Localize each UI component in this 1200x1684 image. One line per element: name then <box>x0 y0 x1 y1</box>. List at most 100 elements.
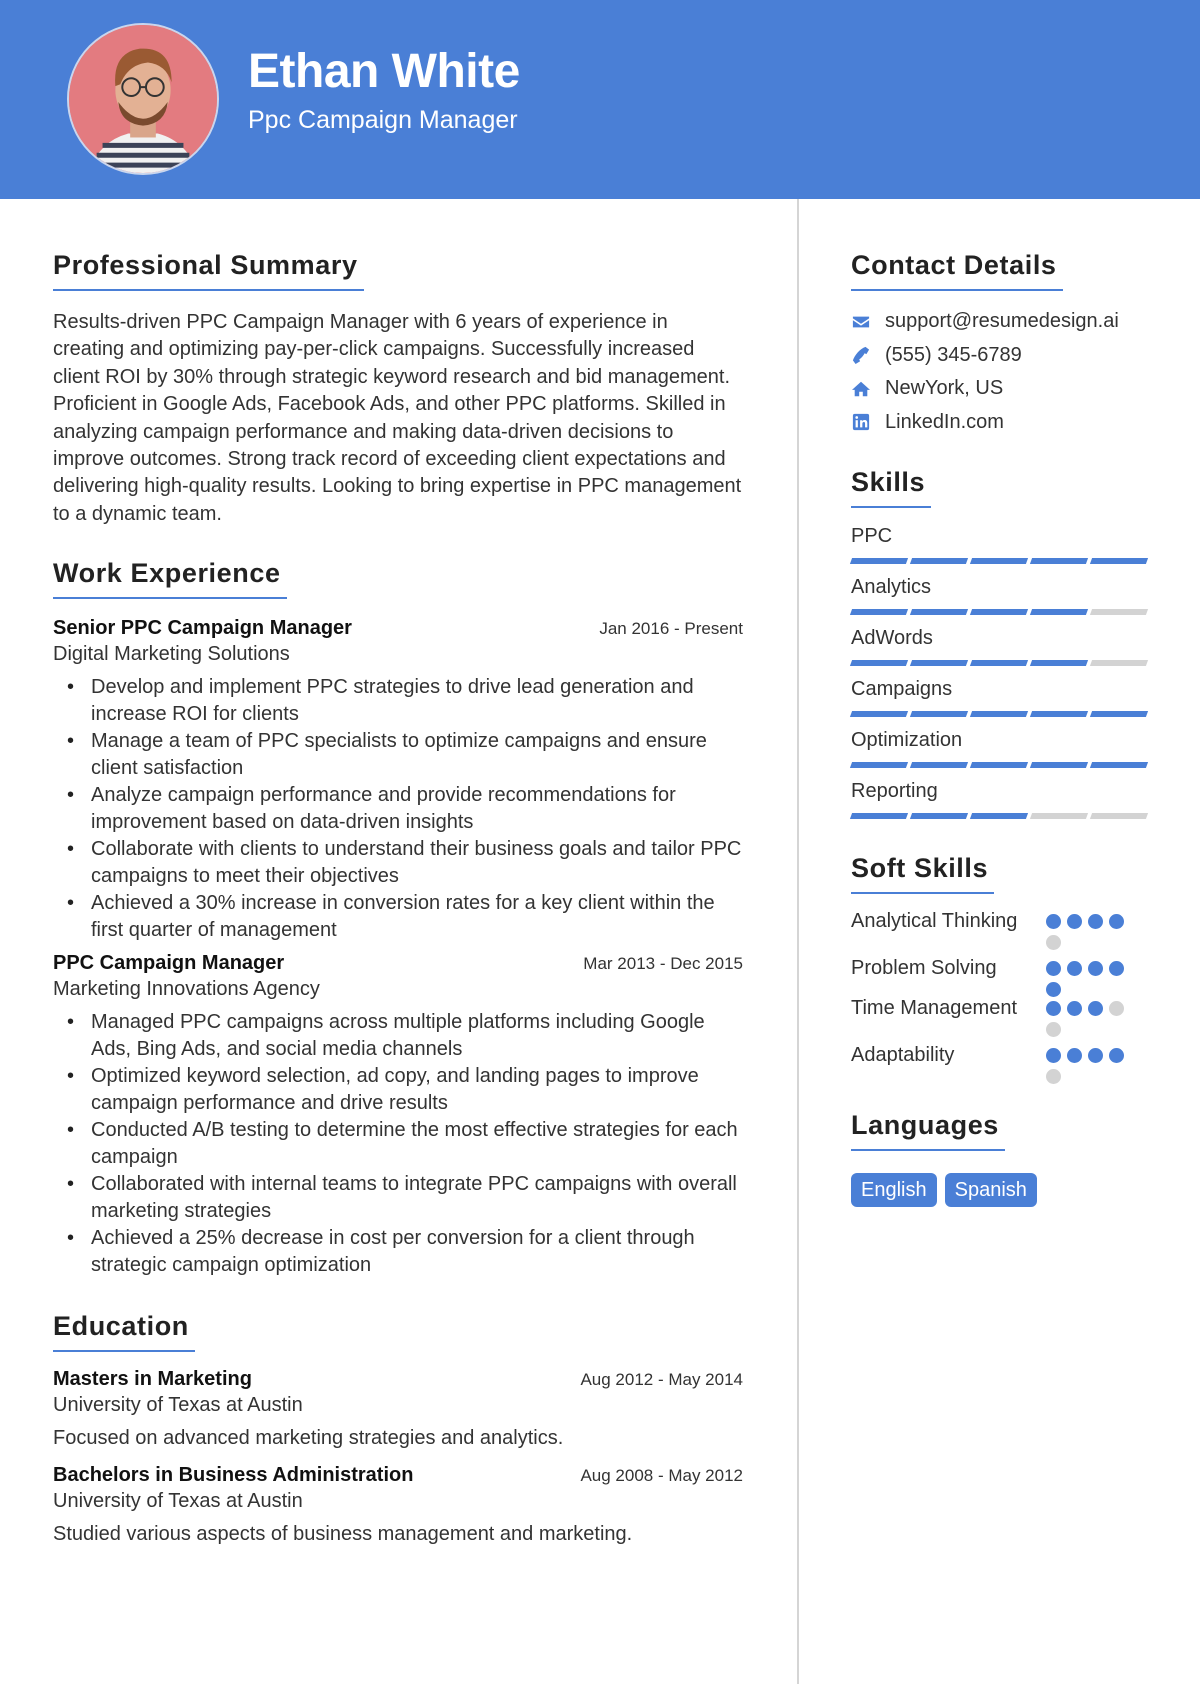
skill-segment-filled <box>849 660 909 666</box>
job-entry: Senior PPC Campaign Manager Jan 2016 - P… <box>53 617 743 944</box>
candidate-role: Ppc Campaign Manager <box>248 106 518 134</box>
job-bullets: Develop and implement PPC strategies to … <box>53 674 743 944</box>
skill-segment-filled <box>909 609 969 615</box>
skill-level-bar <box>849 813 1171 819</box>
list-item: Managed PPC campaigns across multiple pl… <box>53 1009 743 1063</box>
skill-segment-filled <box>969 813 1029 819</box>
rating-dot-filled <box>1067 914 1082 929</box>
section-title: Skills <box>851 467 932 508</box>
soft-skill-item: Analytical Thinking <box>851 908 1171 950</box>
skill-segment-filled <box>909 762 969 768</box>
skill-segment-filled <box>849 609 909 615</box>
skill-segment-empty <box>1029 813 1089 819</box>
skill-level-bar <box>849 558 1171 564</box>
rating-dot-filled <box>1109 914 1124 929</box>
job-date: Mar 2013 - Dec 2015 <box>583 954 743 974</box>
skill-segment-filled <box>909 711 969 717</box>
job-bullets: Managed PPC campaigns across multiple pl… <box>53 1009 743 1279</box>
skill-name: PPC <box>851 525 893 547</box>
skill-segment-filled <box>849 558 909 564</box>
skill-segment-filled <box>1029 609 1089 615</box>
rating-dot-filled <box>1088 1048 1103 1063</box>
list-item: Manage a team of PPC specialists to opti… <box>53 728 743 782</box>
candidate-name: Ethan White <box>248 45 520 98</box>
rating-dot-empty <box>1046 1022 1061 1037</box>
phone-icon <box>851 345 871 365</box>
education-entry: Bachelors in Business Administration Aug… <box>53 1464 743 1546</box>
contact-text: (555) 345-6789 <box>885 343 1022 366</box>
experience-section: Work Experience Senior PPC Campaign Mana… <box>53 558 743 1279</box>
language-chip: English <box>851 1173 937 1207</box>
soft-skill-rating <box>1046 995 1132 1037</box>
skill-segment-filled <box>1089 558 1149 564</box>
skill-level-bar <box>849 711 1171 717</box>
degree: Bachelors in Business Administration <box>53 1464 414 1487</box>
rating-dot-empty <box>1046 1069 1061 1084</box>
education-entry: Masters in Marketing Aug 2012 - May 2014… <box>53 1368 743 1450</box>
skill-name: Analytics <box>851 576 932 598</box>
contact-linkedin[interactable]: LinkedIn.com <box>851 406 1171 440</box>
contact-email[interactable]: support@resumedesign.ai <box>851 305 1171 339</box>
rating-dot-filled <box>1046 914 1061 929</box>
skills-list: PPC Analytics AdWords Campaigns Optimization… <box>849 524 1171 819</box>
rating-dot-filled <box>1067 1001 1082 1016</box>
skill-segment-filled <box>969 609 1029 615</box>
skill-segment-filled <box>909 660 969 666</box>
language-chips: English Spanish <box>851 1173 1171 1207</box>
skill-segment-filled <box>1029 558 1089 564</box>
rating-dot-empty <box>1046 935 1061 950</box>
skills-section: Skills PPC Analytics AdWords Campaigns Optim… <box>849 467 1171 819</box>
skill-segment-filled <box>849 711 909 717</box>
languages-section: Languages English Spanish <box>851 1110 1171 1207</box>
skill-segment-filled <box>909 558 969 564</box>
soft-skill-rating <box>1046 1042 1132 1084</box>
section-title: Professional Summary <box>53 250 364 291</box>
skill-segment-filled <box>1029 711 1089 717</box>
skill-segment-filled <box>969 762 1029 768</box>
list-item: Collaborate with clients to understand t… <box>53 836 743 890</box>
contact-text: NewYork, US <box>885 377 1004 400</box>
soft-skill-name: Analytical Thinking <box>851 910 1018 932</box>
skill-item: Analytics <box>849 575 1171 615</box>
skill-segment-filled <box>969 660 1029 666</box>
rating-dot-filled <box>1067 961 1082 976</box>
soft-skills-list: Analytical Thinking Problem Solving Time M… <box>851 908 1171 1084</box>
skill-item: AdWords <box>849 626 1171 666</box>
job-entry: PPC Campaign Manager Mar 2013 - Dec 2015… <box>53 952 743 1279</box>
skill-name: Optimization <box>851 729 963 751</box>
education-description: Focused on advanced marketing strategies… <box>53 1427 564 1450</box>
skill-level-bar <box>849 660 1171 666</box>
contact-text: support@resumedesign.ai <box>885 310 1119 333</box>
skill-item: PPC <box>849 524 1171 564</box>
school: University of Texas at Austin <box>53 1490 303 1513</box>
rating-dot-filled <box>1046 1048 1061 1063</box>
skill-item: Reporting <box>849 779 1171 819</box>
rating-dot-filled <box>1109 1048 1124 1063</box>
skill-segment-filled <box>1029 660 1089 666</box>
skill-level-bar <box>849 609 1171 615</box>
education-section: Education Masters in Marketing Aug 2012 … <box>53 1311 743 1546</box>
rating-dot-filled <box>1109 961 1124 976</box>
rating-dot-filled <box>1046 1001 1061 1016</box>
job-company: Marketing Innovations Agency <box>53 978 320 1001</box>
skill-segment-filled <box>969 558 1029 564</box>
soft-skill-rating <box>1046 908 1132 950</box>
avatar <box>67 23 219 175</box>
skill-item: Campaigns <box>849 677 1171 717</box>
job-date: Jan 2016 - Present <box>599 619 743 639</box>
skill-name: Reporting <box>851 780 938 802</box>
soft-skill-name: Problem Solving <box>851 957 997 979</box>
rating-dot-filled <box>1046 961 1061 976</box>
rating-dot-filled <box>1067 1048 1082 1063</box>
envelope-icon <box>851 312 871 332</box>
education-date: Aug 2008 - May 2012 <box>580 1466 743 1486</box>
job-title: Senior PPC Campaign Manager <box>53 617 352 640</box>
contact-location: NewYork, US <box>851 372 1171 406</box>
contact-phone[interactable]: (555) 345-6789 <box>851 339 1171 373</box>
rating-dot-filled <box>1088 961 1103 976</box>
section-title: Languages <box>851 1110 1005 1151</box>
skill-segment-filled <box>969 711 1029 717</box>
skill-segment-empty <box>1089 609 1149 615</box>
rating-dot-empty <box>1109 1001 1124 1016</box>
sidebar-column: Contact Details support@resumedesign.ai … <box>849 250 1171 1207</box>
